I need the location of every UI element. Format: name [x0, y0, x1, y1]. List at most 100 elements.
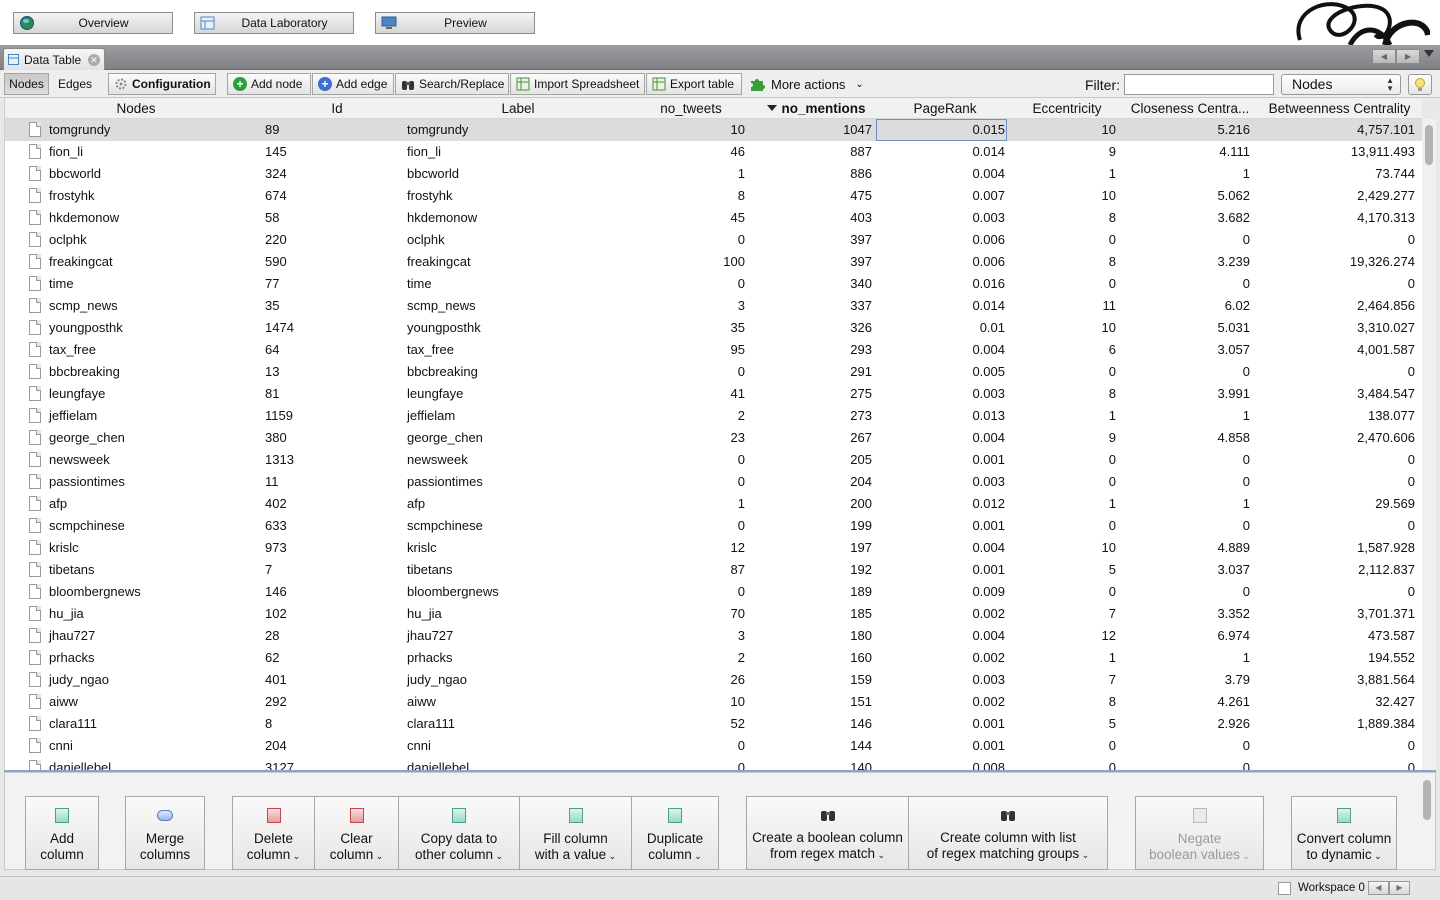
cell-betweenness[interactable]: 2,464.856	[1256, 295, 1417, 317]
cell-betweenness[interactable]: 0	[1256, 273, 1417, 295]
cell-eccentricity[interactable]: 0	[1010, 229, 1118, 251]
cell-label[interactable]: scmpchinese	[405, 515, 629, 537]
cell-label[interactable]: time	[405, 273, 629, 295]
merge-columns-button[interactable]: Merge columns	[125, 796, 205, 870]
cell-pagerank[interactable]: 0.002	[876, 691, 1007, 713]
cell-no-mentions[interactable]: 887	[753, 141, 874, 163]
cell-label[interactable]: fion_li	[405, 141, 629, 163]
workspace-checkbox[interactable]	[1278, 882, 1291, 895]
add-node-button[interactable]: + Add node	[227, 73, 311, 95]
cell-label[interactable]: jeffielam	[405, 405, 629, 427]
column-header-eccentricity[interactable]: Eccentricity	[1010, 98, 1124, 119]
table-row[interactable]: freakingcat 590 freakingcat 100 397 0.006 8 3.2…	[5, 251, 1422, 273]
cell-betweenness[interactable]: 13,911.493	[1256, 141, 1417, 163]
cell-eccentricity[interactable]: 0	[1010, 515, 1118, 537]
cell-betweenness[interactable]: 0	[1256, 735, 1417, 757]
table-row[interactable]: cnni 204 cnni 0 144 0.001 0 0 0	[5, 735, 1422, 757]
table-row[interactable]: newsweek 1313 newsweek 0 205 0.001 0 0 0	[5, 449, 1422, 471]
search-replace-button[interactable]: Search/Replace	[395, 73, 509, 95]
cell-no-tweets[interactable]: 87	[629, 559, 747, 581]
table-row[interactable]: scmp_news 35 scmp_news 3 337 0.014 11 6.02 2,464…	[5, 295, 1422, 317]
cell-closeness[interactable]: 3.057	[1124, 339, 1252, 361]
column-header-nodes[interactable]: Nodes	[5, 98, 267, 119]
cell-no-tweets[interactable]: 23	[629, 427, 747, 449]
cell-pagerank[interactable]: 0.004	[876, 537, 1007, 559]
cell-id[interactable]: 590	[263, 251, 407, 273]
cell-node[interactable]: bbcbreaking	[47, 361, 267, 383]
cell-pagerank[interactable]: 0.001	[876, 735, 1007, 757]
cell-eccentricity[interactable]: 0	[1010, 449, 1118, 471]
cell-pagerank[interactable]: 0.003	[876, 207, 1007, 229]
cell-label[interactable]: clara111	[405, 713, 629, 735]
cell-node[interactable]: newsweek	[47, 449, 267, 471]
cell-betweenness[interactable]: 0	[1256, 581, 1417, 603]
cell-node[interactable]: jeffielam	[47, 405, 267, 427]
cell-eccentricity[interactable]: 12	[1010, 625, 1118, 647]
cell-no-mentions[interactable]: 160	[753, 647, 874, 669]
cell-pagerank[interactable]: 0.009	[876, 581, 1007, 603]
cell-pagerank[interactable]: 0.01	[876, 317, 1007, 339]
table-row[interactable]: tomgrundy 89 tomgrundy 10 1047 0.015 10 5.216 4,…	[5, 119, 1422, 141]
cell-no-tweets[interactable]: 1	[629, 493, 747, 515]
cell-eccentricity[interactable]: 11	[1010, 295, 1118, 317]
cell-node[interactable]: afp	[47, 493, 267, 515]
cell-label[interactable]: hu_jia	[405, 603, 629, 625]
cell-node[interactable]: scmpchinese	[47, 515, 267, 537]
cell-id[interactable]: 102	[263, 603, 407, 625]
cell-closeness[interactable]: 4.858	[1124, 427, 1252, 449]
cell-node[interactable]: prhacks	[47, 647, 267, 669]
cell-id[interactable]: 674	[263, 185, 407, 207]
arrow-left-icon[interactable]: ◀	[1368, 881, 1389, 895]
cell-label[interactable]: bloombergnews	[405, 581, 629, 603]
configuration-button[interactable]: Configuration	[108, 73, 216, 95]
cell-eccentricity[interactable]: 1	[1010, 493, 1118, 515]
table-row[interactable]: daniellebel 3127 daniellebel 0 140 0.008 0 0 0	[5, 757, 1422, 770]
cell-id[interactable]: 380	[263, 427, 407, 449]
cell-no-tweets[interactable]: 3	[629, 625, 747, 647]
cell-closeness[interactable]: 3.79	[1124, 669, 1252, 691]
negate-boolean-values-button[interactable]: Negate boolean values ⌄	[1135, 796, 1264, 870]
cell-node[interactable]: krislc	[47, 537, 267, 559]
cell-no-tweets[interactable]: 12	[629, 537, 747, 559]
cell-eccentricity[interactable]: 10	[1010, 317, 1118, 339]
table-row[interactable]: krislc 973 krislc 12 197 0.004 10 4.889 1,587.92…	[5, 537, 1422, 559]
cell-eccentricity[interactable]: 1	[1010, 647, 1118, 669]
cell-no-mentions[interactable]: 200	[753, 493, 874, 515]
cell-eccentricity[interactable]: 1	[1010, 405, 1118, 427]
cell-no-mentions[interactable]: 293	[753, 339, 874, 361]
cell-node[interactable]: frostyhk	[47, 185, 267, 207]
cell-pagerank[interactable]: 0.014	[876, 141, 1007, 163]
cell-no-mentions[interactable]: 326	[753, 317, 874, 339]
cell-pagerank[interactable]: 0.006	[876, 229, 1007, 251]
cell-id[interactable]: 1313	[263, 449, 407, 471]
cell-betweenness[interactable]: 1,587.928	[1256, 537, 1417, 559]
cell-eccentricity[interactable]: 8	[1010, 207, 1118, 229]
cell-no-tweets[interactable]: 41	[629, 383, 747, 405]
cell-no-tweets[interactable]: 0	[629, 471, 747, 493]
cell-pagerank[interactable]: 0.014	[876, 295, 1007, 317]
cell-no-tweets[interactable]: 3	[629, 295, 747, 317]
create-a-boolean-column-from-regex-match-button[interactable]: Create a boolean column from regex match …	[746, 796, 909, 870]
add-edge-button[interactable]: + Add edge	[312, 73, 394, 95]
cell-closeness[interactable]: 0	[1124, 735, 1252, 757]
cell-betweenness[interactable]: 29.569	[1256, 493, 1417, 515]
cell-pagerank[interactable]: 0.001	[876, 559, 1007, 581]
cell-node[interactable]: aiww	[47, 691, 267, 713]
table-row[interactable]: george_chen 380 george_chen 23 267 0.004 9 4.85…	[5, 427, 1422, 449]
duplicate-column-button[interactable]: Duplicate column ⌄	[631, 796, 719, 870]
cell-node[interactable]: bbcworld	[47, 163, 267, 185]
cell-label[interactable]: aiww	[405, 691, 629, 713]
cell-no-mentions[interactable]: 340	[753, 273, 874, 295]
cell-id[interactable]: 8	[263, 713, 407, 735]
cell-pagerank[interactable]: 0.001	[876, 515, 1007, 537]
cell-betweenness[interactable]: 32.427	[1256, 691, 1417, 713]
cell-closeness[interactable]: 1	[1124, 647, 1252, 669]
cell-label[interactable]: bbcworld	[405, 163, 629, 185]
cell-no-tweets[interactable]: 0	[629, 735, 747, 757]
cell-betweenness[interactable]: 194.552	[1256, 647, 1417, 669]
column-header-pagerank[interactable]: PageRank	[880, 98, 1010, 119]
column-header-no-tweets[interactable]: no_tweets	[629, 98, 753, 119]
cell-no-mentions[interactable]: 180	[753, 625, 874, 647]
cell-closeness[interactable]: 2.926	[1124, 713, 1252, 735]
cell-id[interactable]: 1159	[263, 405, 407, 427]
